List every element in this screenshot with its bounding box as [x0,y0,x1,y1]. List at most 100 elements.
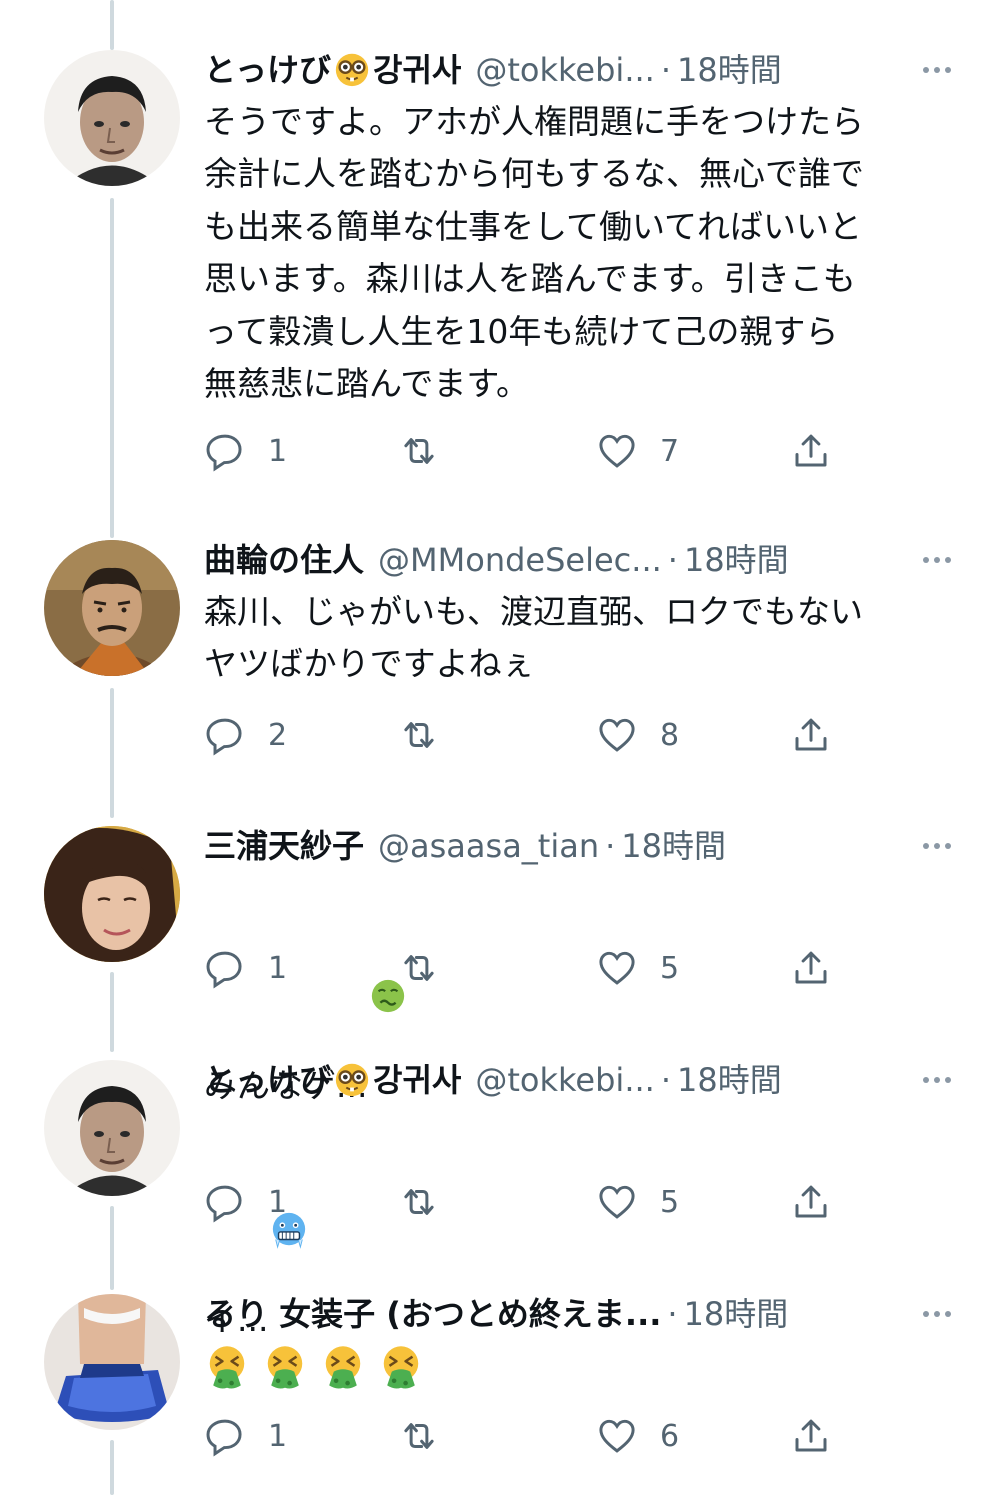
share-icon [790,1181,832,1223]
retweet-button[interactable] [398,712,462,758]
tweet-header: とっけび 강귀사 @tokkebi... · 18時間 [204,1060,959,1100]
timestamp[interactable]: 18時間 [684,1294,789,1334]
tweet-text: そうですよ。アホが人権問題に手をつけたら 余計に人を踏むから何もするな、無心で誰… [204,102,864,404]
timestamp[interactable]: 18時間 [677,50,782,90]
thread-line [110,1206,114,1290]
reply-icon [204,1181,246,1223]
heart-icon [596,1181,638,1223]
heart-icon [596,714,638,756]
reply-button[interactable]: 1 [204,945,287,991]
like-button[interactable]: 7 [596,428,679,474]
tweet-text: 森川、じゃがいも、渡辺直弼、ロクでもない ヤツばかりですよねぇ [204,592,864,684]
like-count: 5 [660,950,680,986]
tweet-text [204,1344,959,1394]
more-icon[interactable] [915,826,959,866]
reply-count: 1 [268,1418,288,1454]
more-icon[interactable] [915,540,959,580]
retweet-icon [398,947,440,989]
reply-icon [204,1415,246,1457]
avatar[interactable] [44,50,180,186]
avatar[interactable] [44,1294,180,1430]
retweet-button[interactable] [398,428,462,474]
thread-line [110,198,114,538]
retweet-icon [398,714,440,756]
reply-button[interactable]: 2 [204,712,287,758]
reply-button[interactable]: 1 [204,428,287,474]
share-button[interactable] [790,428,832,474]
tweet-actions: 1 5 [204,945,844,991]
tweet-header: とっけび 강귀사 @tokkebi... · 18時間 [204,50,959,90]
like-button[interactable]: 5 [596,1179,679,1225]
tweet-header: るり 女装子 (おつとめ終えま... · 18時間 [204,1294,959,1334]
thread-line [110,0,114,50]
like-button[interactable]: 6 [596,1413,679,1459]
share-icon [790,714,832,756]
like-button[interactable]: 8 [596,712,679,758]
like-count: 5 [660,1184,680,1220]
share-button[interactable] [790,1179,832,1225]
separator-dot: · [660,51,671,89]
more-icon[interactable] [915,1060,959,1100]
avatar[interactable] [44,1060,180,1196]
retweet-button[interactable] [398,1413,462,1459]
tweet-header: 三浦天紗子 @asaasa_tian · 18時間 [204,826,959,866]
reply-count: 1 [268,1184,288,1220]
heart-icon [596,1415,638,1457]
retweet-button[interactable] [398,1179,462,1225]
share-button[interactable] [790,712,832,758]
vomiting-face-icon [262,1344,308,1390]
avatar[interactable] [44,540,180,676]
display-name[interactable]: 三浦天紗子 [204,826,364,866]
nauseated-face-icon [369,872,407,1012]
tweet-actions: 1 5 [204,1179,844,1225]
timestamp[interactable]: 18時間 [677,1060,782,1100]
display-name[interactable]: 曲輪の住人 [204,540,364,580]
heart-icon [596,947,638,989]
handle[interactable]: @tokkebi... [475,1060,654,1100]
vomiting-face-icon [378,1344,424,1390]
retweet-icon [398,1181,440,1223]
reply-icon [204,714,246,756]
retweet-button[interactable] [398,945,462,991]
handle[interactable]: @MMondeSelec... [378,540,662,580]
thread-line [110,972,114,1052]
reply-count: 2 [268,717,288,753]
share-icon [790,947,832,989]
reply-button[interactable]: 1 [204,1413,287,1459]
like-count: 8 [660,717,680,753]
reply-icon [204,947,246,989]
separator-dot: · [667,541,678,579]
nerd-face-icon [333,50,371,88]
share-button[interactable] [790,945,832,991]
tweet-actions: 1 7 [204,428,844,474]
like-button[interactable]: 5 [596,945,679,991]
thread-line [110,1440,114,1495]
vomiting-face-icon [320,1344,366,1390]
cold-face-icon [270,1106,308,1249]
display-name[interactable]: とっけび 강귀사 [204,1060,461,1100]
share-icon [790,430,832,472]
retweet-icon [398,430,440,472]
more-icon[interactable] [915,50,959,90]
nerd-face-icon [333,1060,371,1098]
separator-dot: · [667,1295,678,1333]
reply-icon [204,430,246,472]
timestamp[interactable]: 18時間 [621,826,726,866]
more-icon[interactable] [915,1294,959,1334]
reply-button[interactable]: 1 [204,1179,287,1225]
avatar[interactable] [44,826,180,962]
handle[interactable]: @tokkebi... [475,50,654,90]
tweet-header: 曲輪の住人 @MMondeSelec... · 18時間 [204,540,959,580]
timestamp[interactable]: 18時間 [684,540,789,580]
separator-dot: · [660,1061,671,1099]
tweet-actions: 2 8 [204,712,844,758]
tweet-actions: 1 6 [204,1413,844,1459]
display-name[interactable]: るり 女装子 (おつとめ終えま... [204,1294,661,1334]
share-icon [790,1415,832,1457]
reply-count: 1 [268,950,288,986]
handle[interactable]: @asaasa_tian [378,826,599,866]
like-count: 7 [660,433,680,469]
display-name[interactable]: とっけび 강귀사 [204,50,461,90]
share-button[interactable] [790,1413,832,1459]
like-count: 6 [660,1418,680,1454]
